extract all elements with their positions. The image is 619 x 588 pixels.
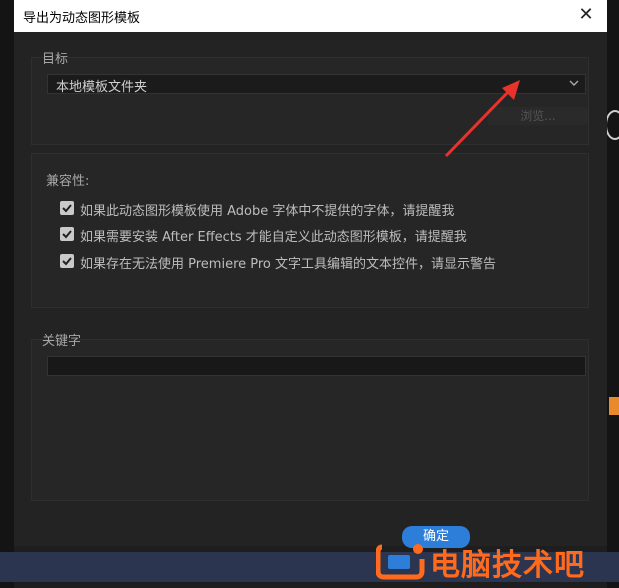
compatibility-label: 兼容性: bbox=[46, 174, 90, 189]
checkbox-checked[interactable] bbox=[60, 254, 74, 268]
checkmark-icon bbox=[62, 257, 72, 266]
target-label: 目标 bbox=[42, 52, 69, 67]
compat-option-label: 如果需要安装 After Effects 才能自定义此动态图形模板，请提醒我 bbox=[80, 230, 467, 245]
compat-option-label: 如果此动态图形模板使用 Adobe 字体中不提供的字体，请提醒我 bbox=[80, 204, 455, 219]
checkmark-icon bbox=[62, 230, 72, 239]
checkmark-icon bbox=[62, 204, 72, 213]
dialog-titlebar: 导出为动态图形模板 ✕ bbox=[14, 0, 607, 32]
dialog-title: 导出为动态图形模板 bbox=[23, 11, 141, 26]
checkbox-checked[interactable] bbox=[60, 201, 74, 215]
background-app-right bbox=[607, 0, 619, 588]
export-mogrt-dialog: 导出为动态图形模板 ✕ 目标 本地模板文件夹 浏览... 兼容性: 如果此动态图… bbox=[14, 0, 607, 548]
background-knob-icon bbox=[605, 110, 619, 140]
keywords-input[interactable] bbox=[47, 356, 586, 376]
watermark-logo: 电脑技术吧 bbox=[376, 535, 616, 583]
annotation-arrow-icon bbox=[444, 80, 520, 158]
keywords-label: 关键字 bbox=[42, 334, 82, 349]
background-app-left bbox=[0, 0, 14, 588]
close-icon[interactable]: ✕ bbox=[575, 4, 597, 26]
monitor-logo-icon bbox=[376, 544, 425, 580]
compat-option-label: 如果存在无法使用 Premiere Pro 文字工具编辑的文本控件，请显示警告 bbox=[80, 257, 497, 272]
chevron-down-icon bbox=[569, 80, 579, 86]
checkbox-checked[interactable] bbox=[60, 227, 74, 241]
background-orange-marker bbox=[609, 397, 619, 415]
watermark-text: 电脑技术吧 bbox=[430, 548, 585, 583]
target-select-value: 本地模板文件夹 bbox=[56, 80, 148, 95]
